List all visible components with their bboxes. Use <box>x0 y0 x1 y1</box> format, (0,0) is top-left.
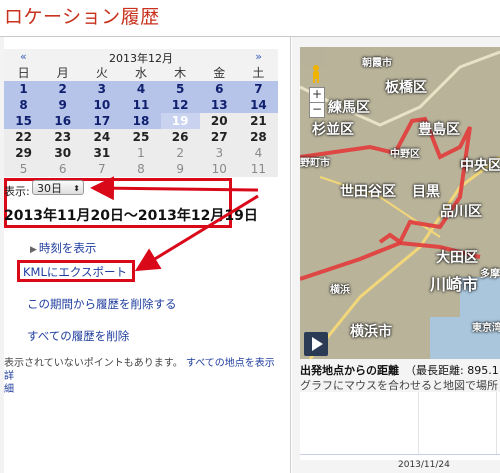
zoom-in-button[interactable]: + <box>309 87 325 103</box>
distance-graph[interactable] <box>300 392 500 460</box>
graph-gridline <box>418 392 419 454</box>
map-label: 川崎市 <box>430 275 479 294</box>
map-label: 中央区 <box>460 158 500 174</box>
arrow-to-select <box>90 176 259 201</box>
map-view[interactable]: 朝霞市 板橋区 練馬区 豊島区 杉並区 中野区 野町市 世田谷区 中央区 目黒 … <box>300 47 500 359</box>
distance-title: 出発地点からの距離 （最長距離: 895.1 <box>300 362 499 378</box>
graph-date-label: 2013/11/24 <box>398 460 450 470</box>
map-label: 横浜市 <box>350 324 392 340</box>
detail-link[interactable]: 詳 <box>4 371 14 382</box>
map-label: 板橋区 <box>385 80 427 96</box>
map-label: 杉並区 <box>312 122 354 138</box>
show-all-points-link[interactable]: すべての地点を表示 <box>186 358 275 369</box>
play-button[interactable] <box>304 332 328 356</box>
detail-link-cont[interactable]: 細 <box>4 384 14 395</box>
pegman-icon[interactable] <box>309 64 323 84</box>
map-label: 朝霞市 <box>362 58 392 69</box>
map-label: 中野区 <box>390 149 420 160</box>
expand-triangle-icon: ▶ <box>30 245 37 255</box>
map-label: 野町市 <box>300 158 330 169</box>
graph-hint: グラフにマウスを合わせると地図で場所 <box>300 379 498 392</box>
map-label: 練馬区 <box>328 100 370 116</box>
graph-baseline <box>300 454 500 455</box>
zoom-out-button[interactable]: − <box>309 102 325 118</box>
map-label: 横浜 <box>330 285 350 296</box>
show-time-label: 時刻を表示 <box>38 241 97 255</box>
arrow-to-kml <box>134 194 259 272</box>
max-distance: （最長距離: 895.1 <box>405 364 499 377</box>
delete-period-link[interactable]: この期間から履歴を削除する <box>27 296 177 312</box>
map-label: 品川区 <box>440 204 482 220</box>
delete-all-link[interactable]: すべての履歴を削除 <box>27 328 129 344</box>
map-label: 大田区 <box>436 250 478 266</box>
distance-title-text: 出発地点からの距離 <box>300 364 399 377</box>
map-label: 豊島区 <box>418 122 460 138</box>
map-label: 多摩 <box>480 269 500 280</box>
kml-export-link[interactable]: KMLにエクスポート <box>23 264 127 280</box>
hidden-points-note: 表示されていないポイントもあります。 すべての地点を表示 詳 細 <box>4 357 284 396</box>
map-label: 東京湾 <box>472 323 500 334</box>
graph-gridline <box>496 392 497 454</box>
show-time-link[interactable]: ▶ 時刻を表示 <box>30 240 96 256</box>
note-text: 表示されていないポイントもあります。 <box>4 358 183 369</box>
map-label: 世田谷区 <box>340 184 396 200</box>
map-label: 目黒 <box>412 184 440 200</box>
